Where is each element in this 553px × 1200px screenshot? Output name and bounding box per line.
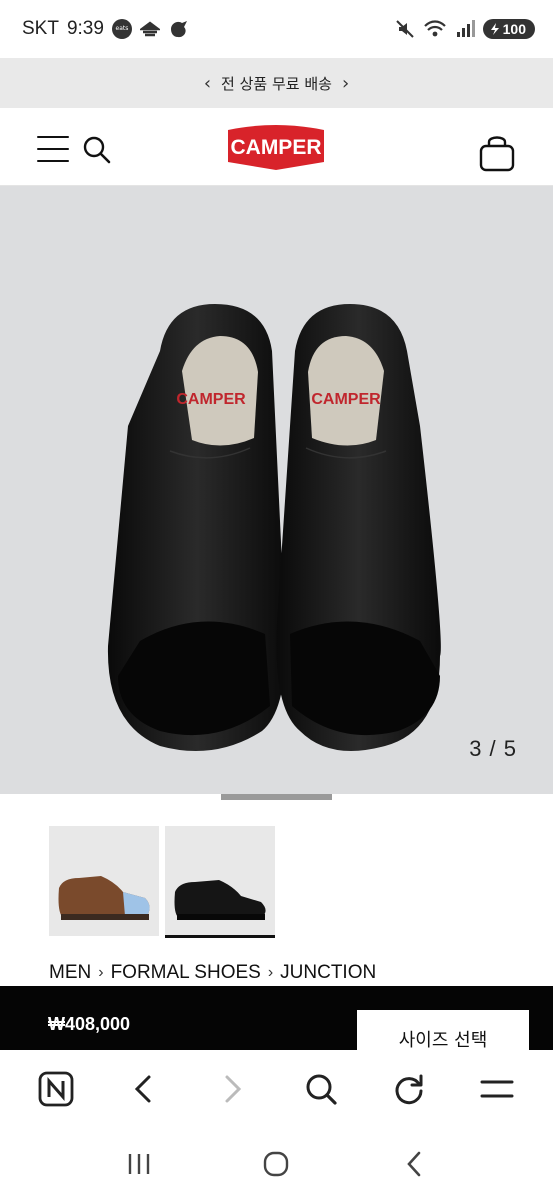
promo-prev-icon[interactable]: ‹ [204, 73, 211, 94]
promo-banner[interactable]: ‹ 전 상품 무료 배송 › [0, 58, 553, 108]
system-navigation [0, 1128, 553, 1200]
svg-text:CAMPER: CAMPER [230, 136, 321, 159]
home-icon[interactable] [256, 1144, 296, 1184]
carrier-label: SKT [22, 18, 59, 39]
purchase-bar: ₩408,000 사이즈 선택 [0, 986, 553, 1050]
battery-indicator: 100 [482, 19, 535, 39]
breadcrumb-junction[interactable]: JUNCTION [280, 962, 376, 984]
promo-text: 전 상품 무료 배송 [221, 74, 332, 93]
wifi-icon [423, 20, 446, 37]
back-arrow-icon[interactable] [121, 1066, 167, 1112]
right-shoe: CAMPER [276, 304, 441, 751]
left-shoe: CAMPER [107, 304, 286, 751]
reload-icon[interactable] [386, 1066, 432, 1112]
camper-logo[interactable]: CAMPER [226, 122, 326, 172]
system-back-icon[interactable] [394, 1144, 434, 1184]
black-shoe-thumbnail [174, 880, 266, 920]
status-bar: SKT 9:39 eats 100 [0, 0, 553, 58]
chevron-right-icon: › [267, 964, 274, 981]
app-notification-icon [170, 21, 187, 38]
clock: 9:39 [66, 18, 104, 39]
gallery-scroll-indicator[interactable] [221, 794, 332, 800]
product-image: CAMPER CAMPER [107, 304, 441, 751]
signal-icon [456, 20, 475, 37]
naver-n-icon[interactable] [33, 1066, 79, 1112]
breadcrumb-men[interactable]: MEN [49, 962, 91, 984]
recent-apps-icon[interactable] [119, 1144, 159, 1184]
breadcrumb: MEN › FORMAL SHOES › JUNCTION [49, 962, 376, 984]
image-counter: 3 / 5 [469, 736, 517, 761]
hamburger-icon[interactable] [37, 136, 69, 163]
thumbnail-black[interactable] [165, 826, 275, 938]
chevron-right-icon: › [98, 964, 104, 981]
promo-next-icon[interactable]: › [342, 73, 349, 94]
mute-icon [395, 20, 414, 38]
forward-arrow-icon[interactable] [209, 1066, 255, 1112]
search-icon[interactable] [82, 135, 112, 165]
site-header: CAMPER [0, 108, 553, 186]
status-right: 100 [395, 19, 535, 39]
menu-icon[interactable] [474, 1066, 520, 1112]
color-thumbnails [49, 826, 275, 938]
select-size-button[interactable]: 사이즈 선택 [357, 1010, 529, 1050]
battery-charging-icon [490, 23, 499, 35]
product-gallery[interactable]: CAMPER CAMPER 3 / 5 [0, 186, 553, 794]
svg-text:CAMPER: CAMPER [311, 391, 381, 408]
status-left: SKT 9:39 eats [22, 18, 190, 40]
browser-toolbar [0, 1050, 553, 1128]
cloud-notification-icon [139, 21, 160, 37]
breadcrumb-formal-shoes[interactable]: FORMAL SHOES [111, 962, 261, 984]
eats-notification-icon: eats [111, 19, 132, 39]
svg-text:CAMPER: CAMPER [176, 391, 246, 408]
search-icon[interactable] [298, 1066, 344, 1112]
brown-shoe-thumbnail [58, 876, 150, 920]
product-price: ₩408,000 [48, 1014, 131, 1034]
shopping-bag-icon[interactable] [478, 132, 516, 172]
battery-level: 100 [502, 21, 526, 37]
thumbnail-brown[interactable] [49, 826, 159, 936]
